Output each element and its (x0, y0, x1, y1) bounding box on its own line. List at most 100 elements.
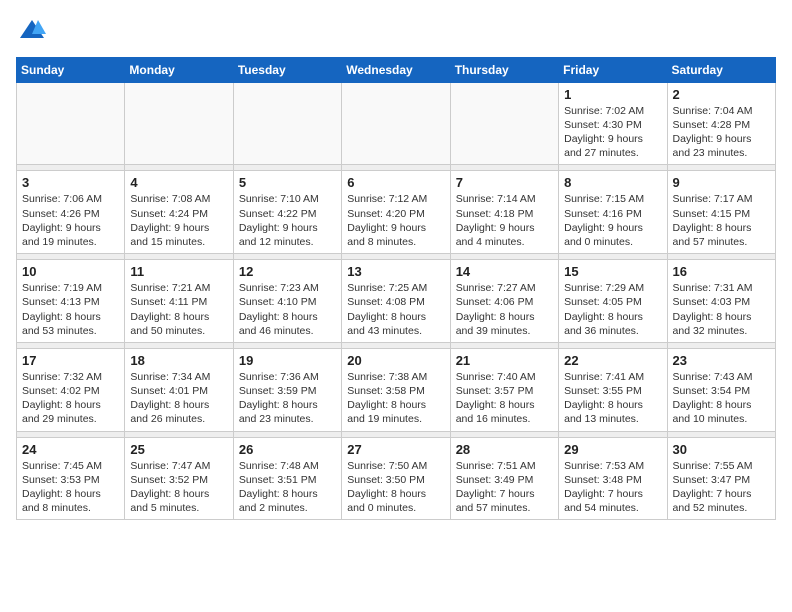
day-number: 12 (239, 264, 336, 279)
week-row-1: 1 Sunrise: 7:02 AM Sunset: 4:30 PM Daylig… (17, 82, 776, 165)
day-number: 23 (673, 353, 770, 368)
day-cell: 4 Sunrise: 7:08 AM Sunset: 4:24 PM Daylig… (125, 171, 233, 254)
day-number: 10 (22, 264, 119, 279)
day-number: 3 (22, 175, 119, 190)
day-cell (125, 82, 233, 165)
day-cell: 20 Sunrise: 7:38 AM Sunset: 3:58 PM Dayli… (342, 348, 450, 431)
day-number: 14 (456, 264, 553, 279)
day-cell: 29 Sunrise: 7:53 AM Sunset: 3:48 PM Dayli… (559, 437, 667, 520)
day-number: 22 (564, 353, 661, 368)
day-cell: 3 Sunrise: 7:06 AM Sunset: 4:26 PM Daylig… (17, 171, 125, 254)
day-number: 19 (239, 353, 336, 368)
column-header-sunday: Sunday (17, 57, 125, 82)
day-cell: 27 Sunrise: 7:50 AM Sunset: 3:50 PM Dayli… (342, 437, 450, 520)
day-number: 20 (347, 353, 444, 368)
header-row: SundayMondayTuesdayWednesdayThursdayFrid… (17, 57, 776, 82)
day-info: Sunrise: 7:36 AM Sunset: 3:59 PM Dayligh… (239, 370, 336, 427)
day-info: Sunrise: 7:34 AM Sunset: 4:01 PM Dayligh… (130, 370, 227, 427)
day-number: 1 (564, 87, 661, 102)
day-number: 8 (564, 175, 661, 190)
day-info: Sunrise: 7:50 AM Sunset: 3:50 PM Dayligh… (347, 459, 444, 516)
day-number: 15 (564, 264, 661, 279)
day-info: Sunrise: 7:47 AM Sunset: 3:52 PM Dayligh… (130, 459, 227, 516)
column-header-wednesday: Wednesday (342, 57, 450, 82)
day-info: Sunrise: 7:21 AM Sunset: 4:11 PM Dayligh… (130, 281, 227, 338)
day-info: Sunrise: 7:27 AM Sunset: 4:06 PM Dayligh… (456, 281, 553, 338)
day-info: Sunrise: 7:48 AM Sunset: 3:51 PM Dayligh… (239, 459, 336, 516)
page-header (16, 16, 776, 49)
week-row-4: 17 Sunrise: 7:32 AM Sunset: 4:02 PM Dayli… (17, 348, 776, 431)
day-info: Sunrise: 7:04 AM Sunset: 4:28 PM Dayligh… (673, 104, 770, 161)
day-info: Sunrise: 7:02 AM Sunset: 4:30 PM Dayligh… (564, 104, 661, 161)
day-info: Sunrise: 7:41 AM Sunset: 3:55 PM Dayligh… (564, 370, 661, 427)
day-number: 30 (673, 442, 770, 457)
day-info: Sunrise: 7:43 AM Sunset: 3:54 PM Dayligh… (673, 370, 770, 427)
day-info: Sunrise: 7:14 AM Sunset: 4:18 PM Dayligh… (456, 192, 553, 249)
calendar: SundayMondayTuesdayWednesdayThursdayFrid… (16, 57, 776, 520)
day-cell: 7 Sunrise: 7:14 AM Sunset: 4:18 PM Daylig… (450, 171, 558, 254)
day-cell: 13 Sunrise: 7:25 AM Sunset: 4:08 PM Dayli… (342, 260, 450, 343)
day-info: Sunrise: 7:17 AM Sunset: 4:15 PM Dayligh… (673, 192, 770, 249)
day-cell: 11 Sunrise: 7:21 AM Sunset: 4:11 PM Dayli… (125, 260, 233, 343)
day-number: 18 (130, 353, 227, 368)
day-cell: 14 Sunrise: 7:27 AM Sunset: 4:06 PM Dayli… (450, 260, 558, 343)
day-cell: 9 Sunrise: 7:17 AM Sunset: 4:15 PM Daylig… (667, 171, 775, 254)
day-info: Sunrise: 7:25 AM Sunset: 4:08 PM Dayligh… (347, 281, 444, 338)
day-cell: 19 Sunrise: 7:36 AM Sunset: 3:59 PM Dayli… (233, 348, 341, 431)
day-cell: 1 Sunrise: 7:02 AM Sunset: 4:30 PM Daylig… (559, 82, 667, 165)
day-cell: 10Sunrise: 7:19 AM Sunset: 4:13 PM Dayli… (17, 260, 125, 343)
day-number: 2 (673, 87, 770, 102)
day-number: 13 (347, 264, 444, 279)
day-cell: 5Sunrise: 7:10 AM Sunset: 4:22 PM Daylig… (233, 171, 341, 254)
day-cell: 23 Sunrise: 7:43 AM Sunset: 3:54 PM Dayli… (667, 348, 775, 431)
day-cell: 26 Sunrise: 7:48 AM Sunset: 3:51 PM Dayli… (233, 437, 341, 520)
day-number: 7 (456, 175, 553, 190)
day-cell (233, 82, 341, 165)
day-info: Sunrise: 7:45 AM Sunset: 3:53 PM Dayligh… (22, 459, 119, 516)
day-info: Sunrise: 7:12 AM Sunset: 4:20 PM Dayligh… (347, 192, 444, 249)
day-cell: 24 Sunrise: 7:45 AM Sunset: 3:53 PM Dayli… (17, 437, 125, 520)
day-info: Sunrise: 7:32 AM Sunset: 4:02 PM Dayligh… (22, 370, 119, 427)
day-number: 5 (239, 175, 336, 190)
day-info: Sunrise: 7:53 AM Sunset: 3:48 PM Dayligh… (564, 459, 661, 516)
day-number: 29 (564, 442, 661, 457)
day-cell: 15Sunrise: 7:29 AM Sunset: 4:05 PM Dayli… (559, 260, 667, 343)
logo (16, 16, 46, 49)
day-info: Sunrise: 7:38 AM Sunset: 3:58 PM Dayligh… (347, 370, 444, 427)
week-row-5: 24 Sunrise: 7:45 AM Sunset: 3:53 PM Dayli… (17, 437, 776, 520)
day-cell: 25 Sunrise: 7:47 AM Sunset: 3:52 PM Dayli… (125, 437, 233, 520)
day-info: Sunrise: 7:31 AM Sunset: 4:03 PM Dayligh… (673, 281, 770, 338)
day-info: Sunrise: 7:40 AM Sunset: 3:57 PM Dayligh… (456, 370, 553, 427)
day-number: 21 (456, 353, 553, 368)
day-number: 6 (347, 175, 444, 190)
day-cell: 18 Sunrise: 7:34 AM Sunset: 4:01 PM Dayli… (125, 348, 233, 431)
day-cell: 17 Sunrise: 7:32 AM Sunset: 4:02 PM Dayli… (17, 348, 125, 431)
logo-icon (18, 16, 46, 44)
column-header-saturday: Saturday (667, 57, 775, 82)
week-row-2: 3 Sunrise: 7:06 AM Sunset: 4:26 PM Daylig… (17, 171, 776, 254)
day-number: 25 (130, 442, 227, 457)
column-header-thursday: Thursday (450, 57, 558, 82)
day-cell: 2 Sunrise: 7:04 AM Sunset: 4:28 PM Daylig… (667, 82, 775, 165)
day-number: 24 (22, 442, 119, 457)
day-cell: 30 Sunrise: 7:55 AM Sunset: 3:47 PM Dayli… (667, 437, 775, 520)
column-header-tuesday: Tuesday (233, 57, 341, 82)
day-cell: 21 Sunrise: 7:40 AM Sunset: 3:57 PM Dayli… (450, 348, 558, 431)
day-info: Sunrise: 7:06 AM Sunset: 4:26 PM Dayligh… (22, 192, 119, 249)
day-number: 16 (673, 264, 770, 279)
day-info: Sunrise: 7:55 AM Sunset: 3:47 PM Dayligh… (673, 459, 770, 516)
day-info: Sunrise: 7:08 AM Sunset: 4:24 PM Dayligh… (130, 192, 227, 249)
day-number: 9 (673, 175, 770, 190)
day-info: Sunrise: 7:51 AM Sunset: 3:49 PM Dayligh… (456, 459, 553, 516)
day-cell: 8Sunrise: 7:15 AM Sunset: 4:16 PM Daylig… (559, 171, 667, 254)
day-number: 17 (22, 353, 119, 368)
day-number: 11 (130, 264, 227, 279)
day-cell: 22 Sunrise: 7:41 AM Sunset: 3:55 PM Dayli… (559, 348, 667, 431)
day-number: 4 (130, 175, 227, 190)
column-header-friday: Friday (559, 57, 667, 82)
day-number: 27 (347, 442, 444, 457)
day-number: 26 (239, 442, 336, 457)
day-cell (342, 82, 450, 165)
day-cell: 12Sunrise: 7:23 AM Sunset: 4:10 PM Dayli… (233, 260, 341, 343)
day-cell: 16 Sunrise: 7:31 AM Sunset: 4:03 PM Dayli… (667, 260, 775, 343)
